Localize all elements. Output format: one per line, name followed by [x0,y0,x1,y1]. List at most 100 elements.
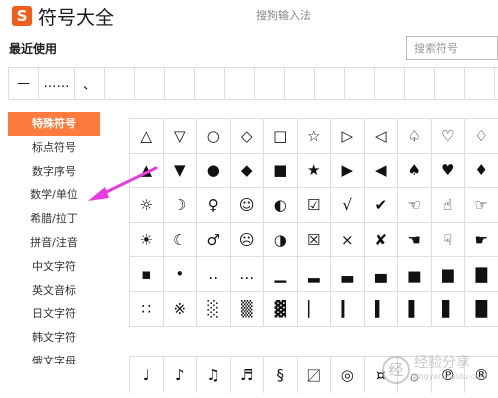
symbol-cell[interactable]: ★ [297,153,331,189]
symbol-cell[interactable]: ♢ [465,119,498,154]
recent-symbol-cell[interactable] [105,68,135,99]
symbol-cell[interactable]: ♡ [431,119,465,154]
symbol-cell[interactable]: ☜ [398,188,432,223]
symbol-cell[interactable]: ◇ [230,119,264,154]
symbol-cell[interactable]: ○ [197,119,231,154]
symbol-cell[interactable]: ▏ [297,291,331,327]
recent-symbol-cell[interactable] [375,68,405,99]
recent-symbol-cell[interactable] [135,68,165,99]
symbol-cell[interactable]: ☞ [465,188,498,223]
symbol-cell[interactable]: ♤ [398,119,432,154]
recent-symbol-cell[interactable] [285,68,315,99]
symbol-cell[interactable]: ☝ [431,188,465,223]
symbol-cell[interactable]: ▓ [264,291,298,327]
recent-symbol-cell[interactable] [225,68,255,99]
symbol-cell[interactable]: ◐ [264,188,298,223]
symbol-cell[interactable]: ▂ [297,257,331,292]
symbol-cell[interactable]: ▆ [431,257,465,292]
recent-symbol-cell[interactable] [435,68,465,99]
symbol-cell[interactable]: … [230,257,264,292]
symbol-cell[interactable]: ✘ [364,222,398,258]
symbol-cell[interactable]: █ [465,291,498,327]
symbol-cell[interactable]: ▄ [364,257,398,292]
sidebar-item-9[interactable]: 韩文字符 [8,326,100,350]
symbol-cell[interactable]: ♠ [398,153,432,189]
sidebar-item-7[interactable]: 英文音标 [8,279,100,303]
symbol-cell[interactable]: ▌ [398,291,432,327]
symbol-cell[interactable]: ░ [197,291,231,327]
sidebar-item-0[interactable]: 特殊符号 [8,112,100,136]
symbol-cell[interactable]: ◀ [364,153,398,189]
symbol-cell[interactable]: § [264,357,298,393]
symbol-cell[interactable]: ■ [264,153,298,189]
symbol-cell[interactable]: ▎ [331,291,365,327]
symbol-cell[interactable]: ▲ [130,153,164,189]
recent-symbol-cell[interactable]: …… [39,68,75,99]
recent-symbol-cell[interactable] [165,68,195,99]
symbol-cell[interactable]: ∷ [130,291,164,327]
symbol-cell[interactable]: ▪ [130,257,164,292]
symbol-cell[interactable]: ▃ [331,257,365,292]
symbol-cell[interactable]: ☀ [130,222,164,258]
symbol-cell[interactable]: ♥ [431,153,465,189]
recent-symbol-cell[interactable]: — [9,68,39,99]
symbol-cell[interactable]: × [331,222,365,258]
symbol-cell[interactable]: ♦ [465,153,498,189]
symbol-cell[interactable]: ‥ [197,257,231,292]
search-input[interactable] [407,37,497,60]
symbol-cell[interactable]: ¤ [365,357,398,393]
recent-symbol-cell[interactable]: 、 [75,68,105,99]
symbol-cell[interactable]: ☑ [297,188,331,223]
symbol-cell[interactable]: ♫ [197,357,231,393]
symbol-cell[interactable]: ☒ [297,222,331,258]
recent-symbol-cell[interactable] [465,68,495,99]
symbol-cell[interactable]: ☺ [230,188,264,223]
symbol-cell[interactable]: ▍ [364,291,398,327]
symbol-cell[interactable]: ▽ [163,119,197,154]
symbol-cell[interactable]: ◎ [331,357,365,393]
sidebar-item-3[interactable]: 数学/单位 [8,183,100,207]
symbol-cell[interactable]: ◆ [230,153,264,189]
sidebar-item-5[interactable]: 拼音/注音 [8,231,100,255]
sidebar-item-1[interactable]: 标点符号 [8,136,100,160]
search-box[interactable] [406,36,498,60]
symbol-cell[interactable]: ☾ [163,222,197,258]
symbol-cell[interactable]: ▇ [465,257,498,292]
symbol-cell[interactable]: ◑ [264,222,298,258]
symbol-cell[interactable]: ℗ [432,357,465,393]
symbol-cell[interactable]: ▋ [431,291,465,327]
symbol-cell[interactable]: ♪ [164,357,197,393]
sidebar-item-6[interactable]: 中文字符 [8,255,100,279]
symbol-cell[interactable]: ▼ [163,153,197,189]
symbol-cell[interactable]: ◁ [364,119,398,154]
sidebar-item-8[interactable]: 日文字符 [8,302,100,326]
recent-symbol-cell[interactable] [345,68,375,99]
symbol-cell[interactable]: ▒ [230,291,264,327]
symbol-cell[interactable]: △ [130,119,164,154]
sidebar-item-10[interactable]: 俄文字母 [8,350,100,364]
symbol-cell[interactable]: • [163,257,197,292]
recent-symbol-cell[interactable] [405,68,435,99]
symbol-cell[interactable]: ☟ [431,222,465,258]
recent-symbol-cell[interactable] [315,68,345,99]
symbol-cell[interactable]: ♀ [197,188,231,223]
symbol-cell[interactable]: ✔ [364,188,398,223]
symbol-cell[interactable]: ☆ [297,119,331,154]
symbol-cell[interactable]: ♬ [231,357,264,393]
symbol-cell[interactable]: ▷ [331,119,365,154]
symbol-cell[interactable]: ▶ [331,153,365,189]
symbol-cell[interactable]: 〼 [298,357,331,393]
symbol-cell[interactable]: √ [331,188,365,223]
symbol-cell[interactable]: ♩ [130,357,164,393]
symbol-cell[interactable]: □ [264,119,298,154]
symbol-cell[interactable]: ☽ [163,188,197,223]
symbol-cell[interactable]: ● [197,153,231,189]
symbol-cell[interactable]: ♂ [197,222,231,258]
symbol-cell[interactable]: ۞ [398,357,432,393]
symbol-cell[interactable]: ☛ [465,222,498,258]
sidebar-item-4[interactable]: 希腊/拉丁 [8,207,100,231]
symbol-cell[interactable]: ※ [163,291,197,327]
symbol-cell[interactable]: ▁ [264,257,298,292]
symbol-cell[interactable]: ® [465,357,498,393]
recent-symbol-cell[interactable] [195,68,225,99]
